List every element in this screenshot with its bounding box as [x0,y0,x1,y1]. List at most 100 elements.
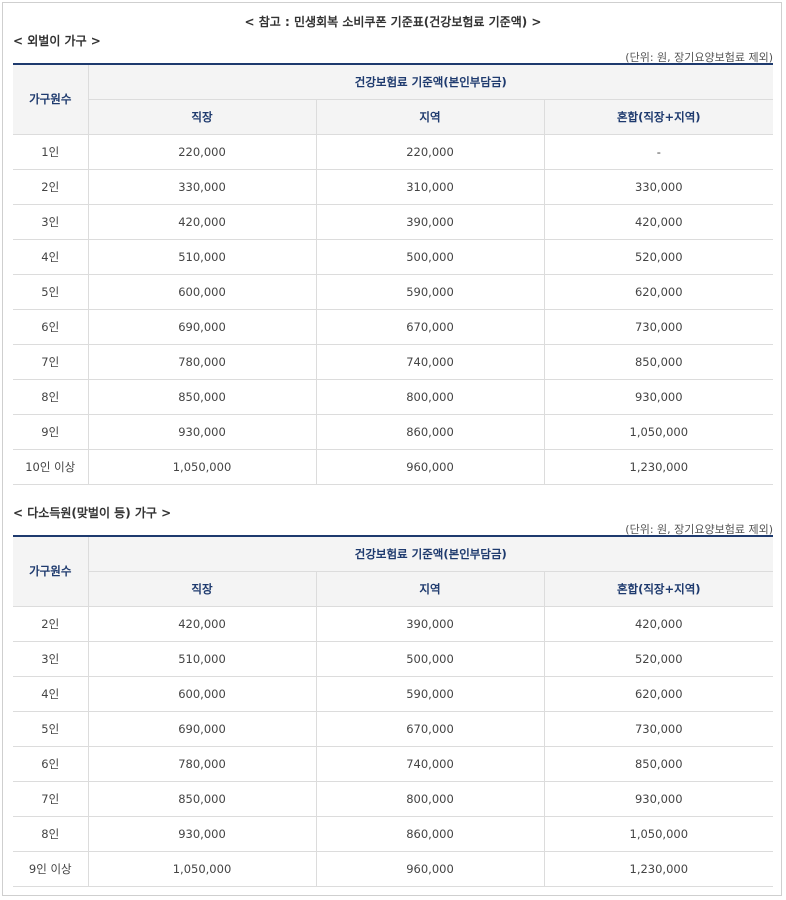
regional-cell: 960,000 [315,449,544,485]
table-row: 6인 690,000 670,000 730,000 [13,309,774,345]
workplace-cell: 850,000 [87,781,316,817]
household-size-cell: 5인 [13,711,88,747]
workplace-cell: 600,000 [87,676,316,712]
table-single-income: 가구원수 건강보험료 기준액(본인부담금) 직장 지역 혼합(직장+지역) 1인… [13,63,774,485]
mixed-cell: - [543,134,774,170]
regional-cell: 670,000 [315,309,544,345]
regional-cell: 860,000 [315,414,544,450]
header-regional: 지역 [315,99,544,135]
regional-cell: 390,000 [315,204,544,240]
mixed-cell: 930,000 [543,781,774,817]
regional-cell: 390,000 [315,606,544,642]
page-title: < 참고 : 민생회복 소비쿠폰 기준표(건강보험료 기준액) > [244,15,542,29]
table-row: 3인 510,000 500,000 520,000 [13,641,774,677]
table-row: 2인 420,000 390,000 420,000 [13,606,774,642]
header-workplace: 직장 [87,99,316,135]
workplace-cell: 930,000 [87,414,316,450]
workplace-cell: 220,000 [87,134,316,170]
mixed-cell: 420,000 [543,606,774,642]
workplace-cell: 780,000 [87,344,316,380]
regional-cell: 590,000 [315,676,544,712]
workplace-cell: 420,000 [87,204,316,240]
household-size-cell: 8인 [13,816,88,852]
workplace-cell: 930,000 [87,816,316,852]
mixed-cell: 420,000 [543,204,774,240]
mixed-cell: 620,000 [543,676,774,712]
household-size-cell: 8인 [13,379,88,415]
header-premium-group: 건강보험료 기준액(본인부담금) [87,63,774,100]
table-row: 1인 220,000 220,000- [13,134,774,170]
mixed-cell: 1,230,000 [543,851,774,887]
regional-cell: 590,000 [315,274,544,310]
household-size-cell: 4인 [13,676,88,712]
mixed-cell: 1,050,000 [543,414,774,450]
table-row: 2인 330,000 310,000 330,000 [13,169,774,205]
section-title-multi-income: < 다소득원(맞벌이 등) 가구 > [13,506,172,520]
mixed-cell: 330,000 [543,169,774,205]
header-workplace: 직장 [87,571,316,607]
household-size-cell: 6인 [13,746,88,782]
workplace-cell: 1,050,000 [87,449,316,485]
table-row: 6인 780,000 740,000 850,000 [13,746,774,782]
header-household-size: 가구원수 [13,63,88,135]
table-row: 5인 690,000 670,000 730,000 [13,711,774,747]
household-size-cell: 10인 이상 [13,449,88,485]
regional-cell: 740,000 [315,746,544,782]
table-multi-income: 가구원수 건강보험료 기준액(본인부담금) 직장 지역 혼합(직장+지역) 2인… [13,535,774,887]
table-row: 3인 420,000 390,000 420,000 [13,204,774,240]
household-size-cell: 2인 [13,169,88,205]
workplace-cell: 510,000 [87,641,316,677]
table-body: 1인 220,000 220,000-2인 330,000 310,000 330,000… [13,134,774,485]
regional-cell: 860,000 [315,816,544,852]
header-mixed: 혼합(직장+지역) [543,99,774,135]
table-row: 9인 930,000 860,000 1,050,000 [13,414,774,450]
household-size-cell: 7인 [13,781,88,817]
regional-cell: 800,000 [315,781,544,817]
mixed-cell: 620,000 [543,274,774,310]
household-size-cell: 3인 [13,204,88,240]
regional-cell: 220,000 [315,134,544,170]
regional-cell: 500,000 [315,239,544,275]
table-row: 5인 600,000 590,000 620,000 [13,274,774,310]
workplace-cell: 510,000 [87,239,316,275]
regional-cell: 670,000 [315,711,544,747]
regional-cell: 960,000 [315,851,544,887]
table-row: 7인 850,000 800,000 930,000 [13,781,774,817]
regional-cell: 800,000 [315,379,544,415]
header-household-size: 가구원수 [13,535,88,607]
workplace-cell: 780,000 [87,746,316,782]
regional-cell: 500,000 [315,641,544,677]
workplace-cell: 690,000 [87,309,316,345]
table-row: 4인 510,000 500,000 520,000 [13,239,774,275]
household-size-cell: 4인 [13,239,88,275]
header-regional: 지역 [315,571,544,607]
mixed-cell: 730,000 [543,309,774,345]
regional-cell: 310,000 [315,169,544,205]
mixed-cell: 520,000 [543,641,774,677]
household-size-cell: 2인 [13,606,88,642]
workplace-cell: 600,000 [87,274,316,310]
household-size-cell: 6인 [13,309,88,345]
household-size-cell: 9인 이상 [13,851,88,887]
workplace-cell: 330,000 [87,169,316,205]
mixed-cell: 930,000 [543,379,774,415]
section-title-single-income: < 외벌이 가구 > [13,34,101,48]
mixed-cell: 850,000 [543,344,774,380]
table-row: 7인 780,000 740,000 850,000 [13,344,774,380]
table-body: 2인 420,000 390,000 420,000 3인 510,000 500,000 5… [13,606,774,887]
table-row: 8인 850,000 800,000 930,000 [13,379,774,415]
mixed-cell: 520,000 [543,239,774,275]
workplace-cell: 420,000 [87,606,316,642]
household-size-cell: 3인 [13,641,88,677]
header-premium-group: 건강보험료 기준액(본인부담금) [87,535,774,572]
mixed-cell: 850,000 [543,746,774,782]
workplace-cell: 1,050,000 [87,851,316,887]
header-mixed: 혼합(직장+지역) [543,571,774,607]
table-row: 10인 이상 1,050,000 960,000 1,230,000 [13,449,774,485]
household-size-cell: 9인 [13,414,88,450]
table-row: 8인 930,000 860,000 1,050,000 [13,816,774,852]
regional-cell: 740,000 [315,344,544,380]
mixed-cell: 1,230,000 [543,449,774,485]
table-row: 4인 600,000 590,000 620,000 [13,676,774,712]
workplace-cell: 850,000 [87,379,316,415]
